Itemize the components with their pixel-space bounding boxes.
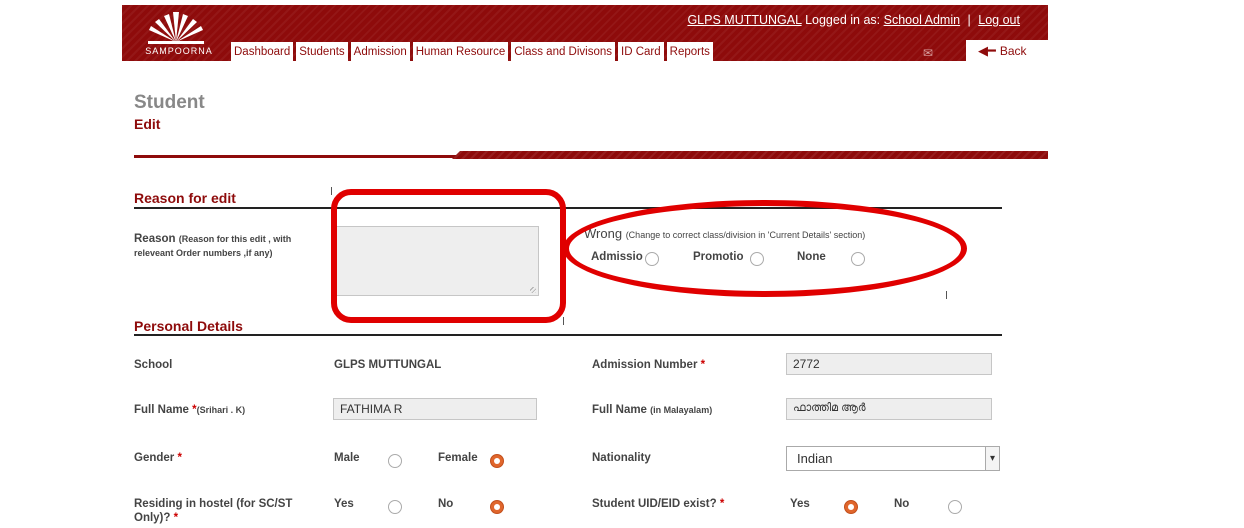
full-name-ml-hint: (in Malayalam): [650, 405, 713, 415]
tab-students[interactable]: Students: [296, 42, 348, 61]
dropdown-arrow-icon: ▾: [985, 447, 999, 470]
full-name-ml-label-text: Full Name: [592, 404, 647, 416]
section-title-personal: Personal Details: [134, 318, 243, 334]
admission-number-label: Admission Number *: [592, 359, 705, 371]
full-name-input[interactable]: FATHIMA R: [333, 398, 537, 420]
uid-yes-label: Yes: [790, 498, 810, 510]
hostel-yes-radio[interactable]: [388, 500, 402, 514]
required-mark: *: [177, 452, 182, 464]
tab-dashboard[interactable]: Dashboard: [231, 42, 294, 61]
gender-male-label: Male: [334, 452, 360, 464]
full-name-label-text: Full Name: [134, 404, 189, 416]
admission-number-input[interactable]: 2772: [786, 353, 992, 375]
uid-label-text: Student UID/EID exist?: [592, 498, 717, 510]
reason-label-text: Reason: [134, 233, 176, 245]
full-name-label: Full Name *(Srihari . K): [134, 404, 245, 416]
gender-female-radio[interactable]: [490, 454, 504, 468]
app-header: SAMPOORNA GLPS MUTTUNGAL Logged in as: S…: [122, 5, 1048, 62]
uid-no-radio[interactable]: [948, 500, 962, 514]
tab-id-card[interactable]: ID Card: [618, 42, 664, 61]
back-label: Back: [999, 44, 1027, 58]
required-mark: *: [719, 498, 725, 510]
hostel-no-radio[interactable]: [490, 500, 504, 514]
logo-text: SAMPOORNA: [145, 46, 213, 56]
hostel-label: Residing in hostel (for SC/ST Only)? *: [134, 497, 324, 525]
hostel-label-text: Residing in hostel (for SC/ST Only)?: [134, 498, 293, 524]
school-label: School: [134, 359, 173, 371]
uid-label: Student UID/EID exist? *: [592, 498, 724, 510]
gender-female-label: Female: [438, 452, 478, 464]
tick-mark: [563, 317, 564, 325]
full-name-ml-input[interactable]: ഫാത്തിമ ആർ: [786, 398, 992, 420]
arrow-left-icon: ◀━: [978, 43, 996, 58]
tick-mark: [946, 291, 947, 299]
reason-label: Reason (Reason for this edit , with rele…: [134, 232, 324, 260]
annotation-ellipse: [563, 200, 967, 297]
full-name-hint: (Srihari . K): [196, 405, 246, 415]
tab-admission[interactable]: Admission: [350, 42, 410, 61]
annotation-rectangle: [331, 189, 566, 323]
main-nav: Dashboard Students Admission Human Resou…: [231, 42, 713, 61]
page-subtitle: Edit: [134, 116, 161, 132]
nationality-selected-value: Indian: [797, 451, 833, 466]
uid-no-label: No: [894, 498, 910, 510]
title-divider: [134, 151, 1048, 159]
nationality-select[interactable]: Indian ▾: [786, 446, 1000, 471]
logo-rays-icon: [148, 12, 204, 44]
required-mark: *: [700, 359, 706, 371]
gender-label-text: Gender: [134, 452, 175, 464]
nationality-label: Nationality: [592, 452, 651, 464]
section-title-reason: Reason for edit: [134, 190, 236, 206]
page-title: Student: [134, 92, 205, 113]
back-button[interactable]: ◀━ Back: [966, 40, 1048, 62]
user-links: GLPS MUTTUNGAL Logged in as: School Admi…: [687, 13, 1020, 27]
section-divider: [134, 334, 1002, 336]
gender-male-radio[interactable]: [388, 454, 402, 468]
admission-number-label-text: Admission Number: [592, 359, 698, 371]
tab-human-resource[interactable]: Human Resource: [412, 42, 509, 61]
school-link[interactable]: GLPS MUTTUNGAL: [687, 13, 801, 27]
user-link[interactable]: School Admin: [884, 13, 960, 27]
mail-icon[interactable]: ✉: [923, 46, 933, 60]
required-mark: *: [173, 512, 179, 524]
hostel-no-label: No: [438, 498, 454, 510]
full-name-ml-label: Full Name (in Malayalam): [592, 404, 712, 416]
uid-yes-radio[interactable]: [844, 500, 858, 514]
tab-reports[interactable]: Reports: [666, 42, 713, 61]
sampoorna-logo[interactable]: SAMPOORNA: [134, 8, 224, 60]
separator: |: [967, 13, 971, 27]
logout-link[interactable]: Log out: [978, 13, 1020, 27]
tick-mark: [331, 187, 332, 195]
logged-in-text: Logged in as:: [805, 13, 881, 27]
hostel-yes-label: Yes: [334, 498, 354, 510]
tab-class-and-divisions[interactable]: Class and Divisons: [511, 42, 616, 61]
gender-label: Gender *: [134, 452, 182, 464]
school-value: GLPS MUTTUNGAL: [334, 359, 442, 371]
